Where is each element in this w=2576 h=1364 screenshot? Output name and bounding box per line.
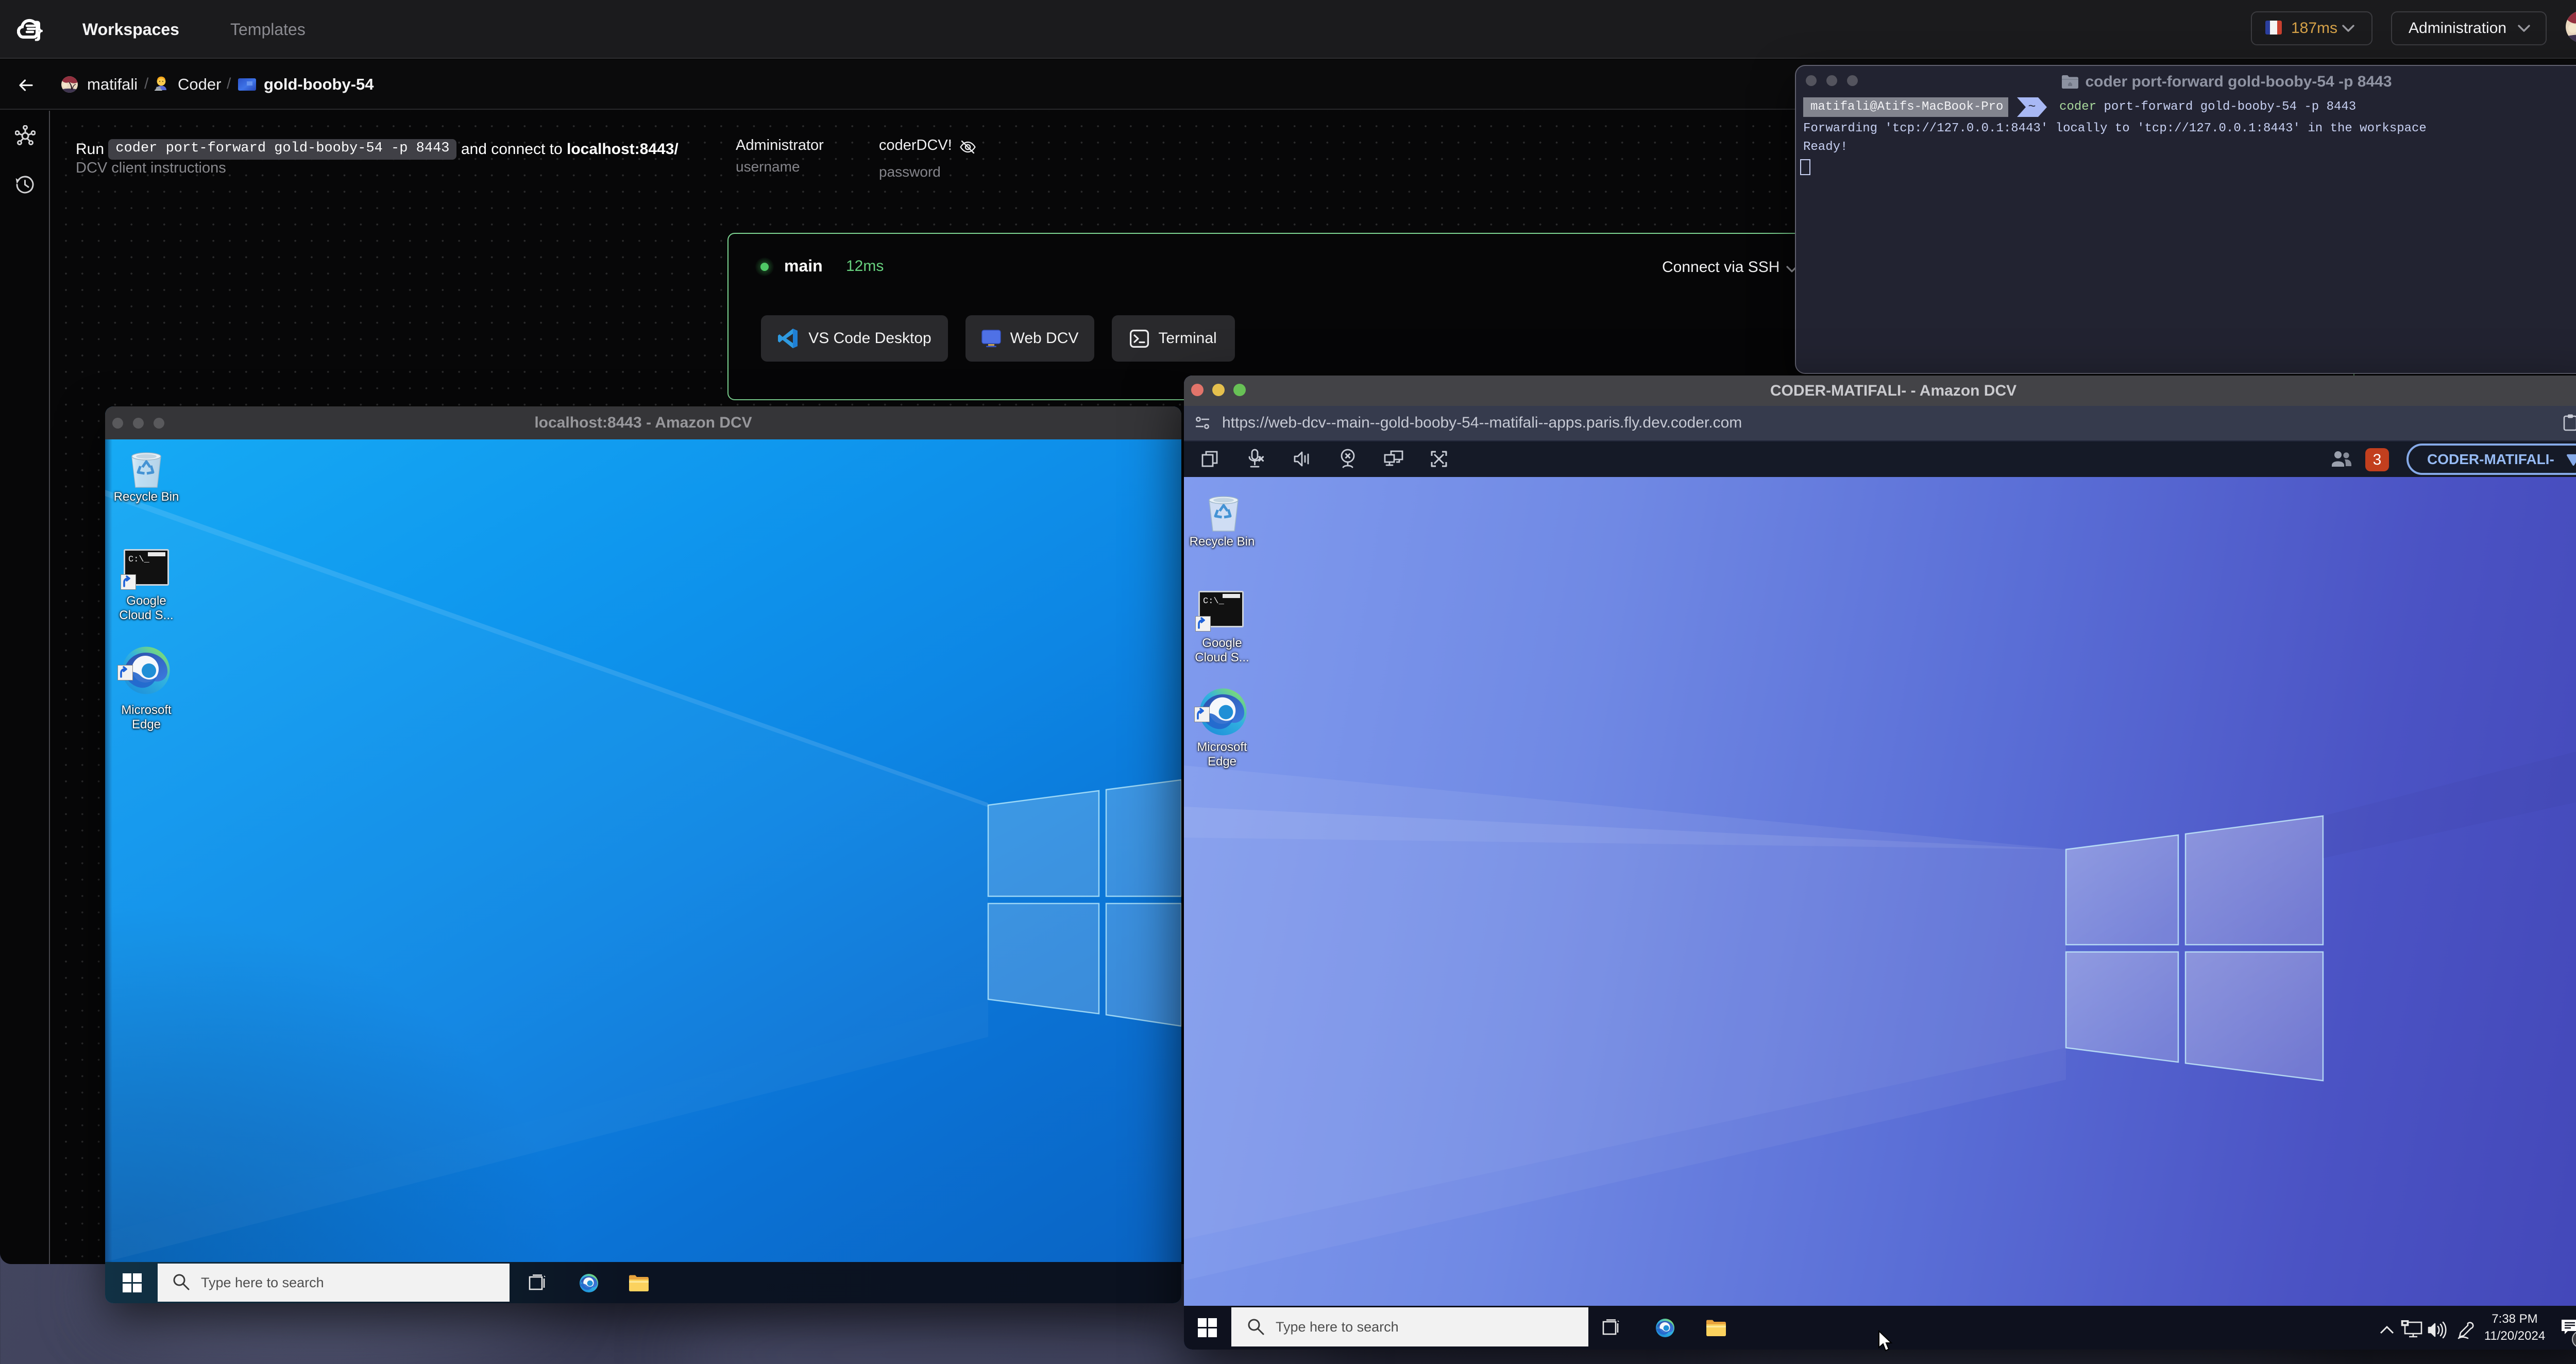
svg-text:}: } — [35, 19, 43, 41]
